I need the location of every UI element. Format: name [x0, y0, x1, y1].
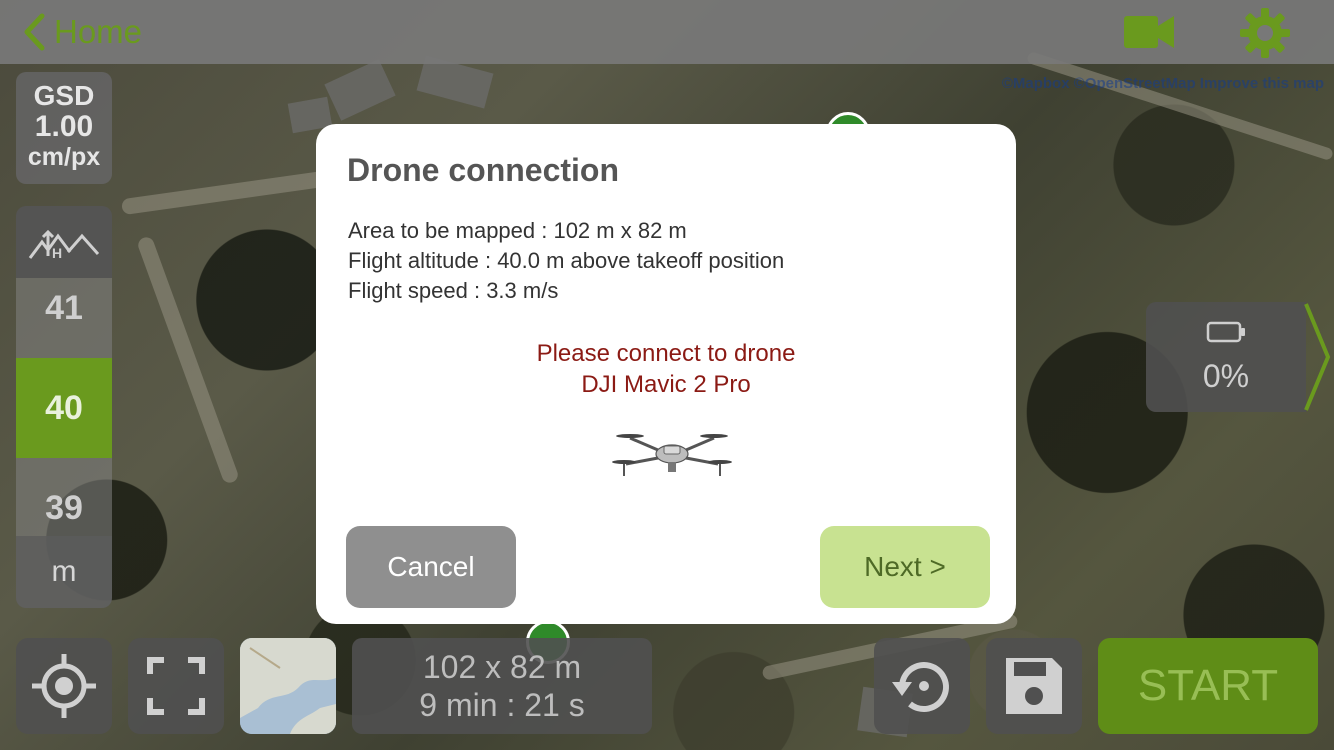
gear-icon[interactable]: [1238, 6, 1292, 60]
map-roof: [324, 59, 396, 121]
dialog-title: Drone connection: [347, 152, 620, 188]
chevron-left-icon: [24, 13, 45, 51]
map-thumbnail-icon: [240, 638, 336, 734]
gsd-label: GSD: [33, 80, 95, 111]
map-road: [136, 235, 240, 485]
terrain-altitude-icon: H: [28, 229, 100, 261]
map-road: [1025, 50, 1334, 162]
gsd-value: 1.00: [34, 110, 94, 143]
crosshair-icon: [32, 654, 96, 718]
altitude-unit: m: [16, 536, 112, 608]
altitude-icon-box[interactable]: H: [16, 206, 112, 278]
start-button[interactable]: START: [1098, 638, 1318, 734]
fit-area-button[interactable]: [128, 638, 224, 734]
home-back-button[interactable]: Home: [22, 10, 142, 54]
floppy-disk-icon: [1006, 658, 1062, 714]
map-attribution[interactable]: ©Mapbox ©OpenStreetMap Improve this map: [1002, 75, 1324, 92]
restore-icon: [892, 662, 949, 712]
connect-message-line1: Please connect to drone: [536, 340, 796, 367]
chevron-right-icon[interactable]: [1302, 300, 1334, 414]
next-button[interactable]: Next >: [820, 526, 990, 608]
mission-details: Area to be mapped : 102 m x 82 m Flight …: [348, 216, 784, 306]
connect-message: Please connect to drone DJI Mavic 2 Pro: [316, 338, 1016, 400]
connect-message-line2: DJI Mavic 2 Pro: [581, 371, 751, 398]
drone-connection-dialog: Drone connection Area to be mapped : 102…: [316, 124, 1016, 624]
altitude-line: Flight altitude : 40.0 m above takeoff p…: [348, 248, 785, 273]
save-button[interactable]: [986, 638, 1082, 734]
map-type-toggle[interactable]: [240, 638, 336, 734]
gsd-indicator: GSD 1.00 cm/px: [16, 72, 112, 184]
svg-text:H: H: [52, 245, 62, 261]
cancel-button[interactable]: Cancel: [346, 526, 516, 608]
altitude-option-above[interactable]: 41: [16, 278, 112, 358]
altitude-selector[interactable]: H 41 40 39 m: [16, 206, 112, 608]
drone-icon: [612, 434, 732, 476]
battery-icon: [1206, 321, 1245, 343]
battery-percent: 0%: [1202, 358, 1250, 394]
gsd-unit: cm/px: [27, 143, 101, 171]
altitude-option-selected[interactable]: 40: [16, 358, 112, 458]
area-line: Area to be mapped : 102 m x 82 m: [348, 218, 687, 243]
top-bar: Home: [0, 0, 1334, 64]
mission-summary: 102 x 82 m 9 min : 21 s: [352, 638, 652, 734]
mission-area: 102 x 82 m: [422, 649, 582, 685]
fullscreen-icon: [147, 657, 205, 715]
speed-line: Flight speed : 3.3 m/s: [348, 278, 559, 303]
locate-button[interactable]: [16, 638, 112, 734]
mission-duration: 9 min : 21 s: [419, 687, 585, 723]
home-back-label: Home: [54, 13, 143, 50]
reset-button[interactable]: [874, 638, 970, 734]
altitude-option-below[interactable]: 39: [16, 458, 112, 536]
video-camera-icon[interactable]: [1122, 12, 1176, 52]
battery-indicator: 0%: [1146, 302, 1306, 412]
